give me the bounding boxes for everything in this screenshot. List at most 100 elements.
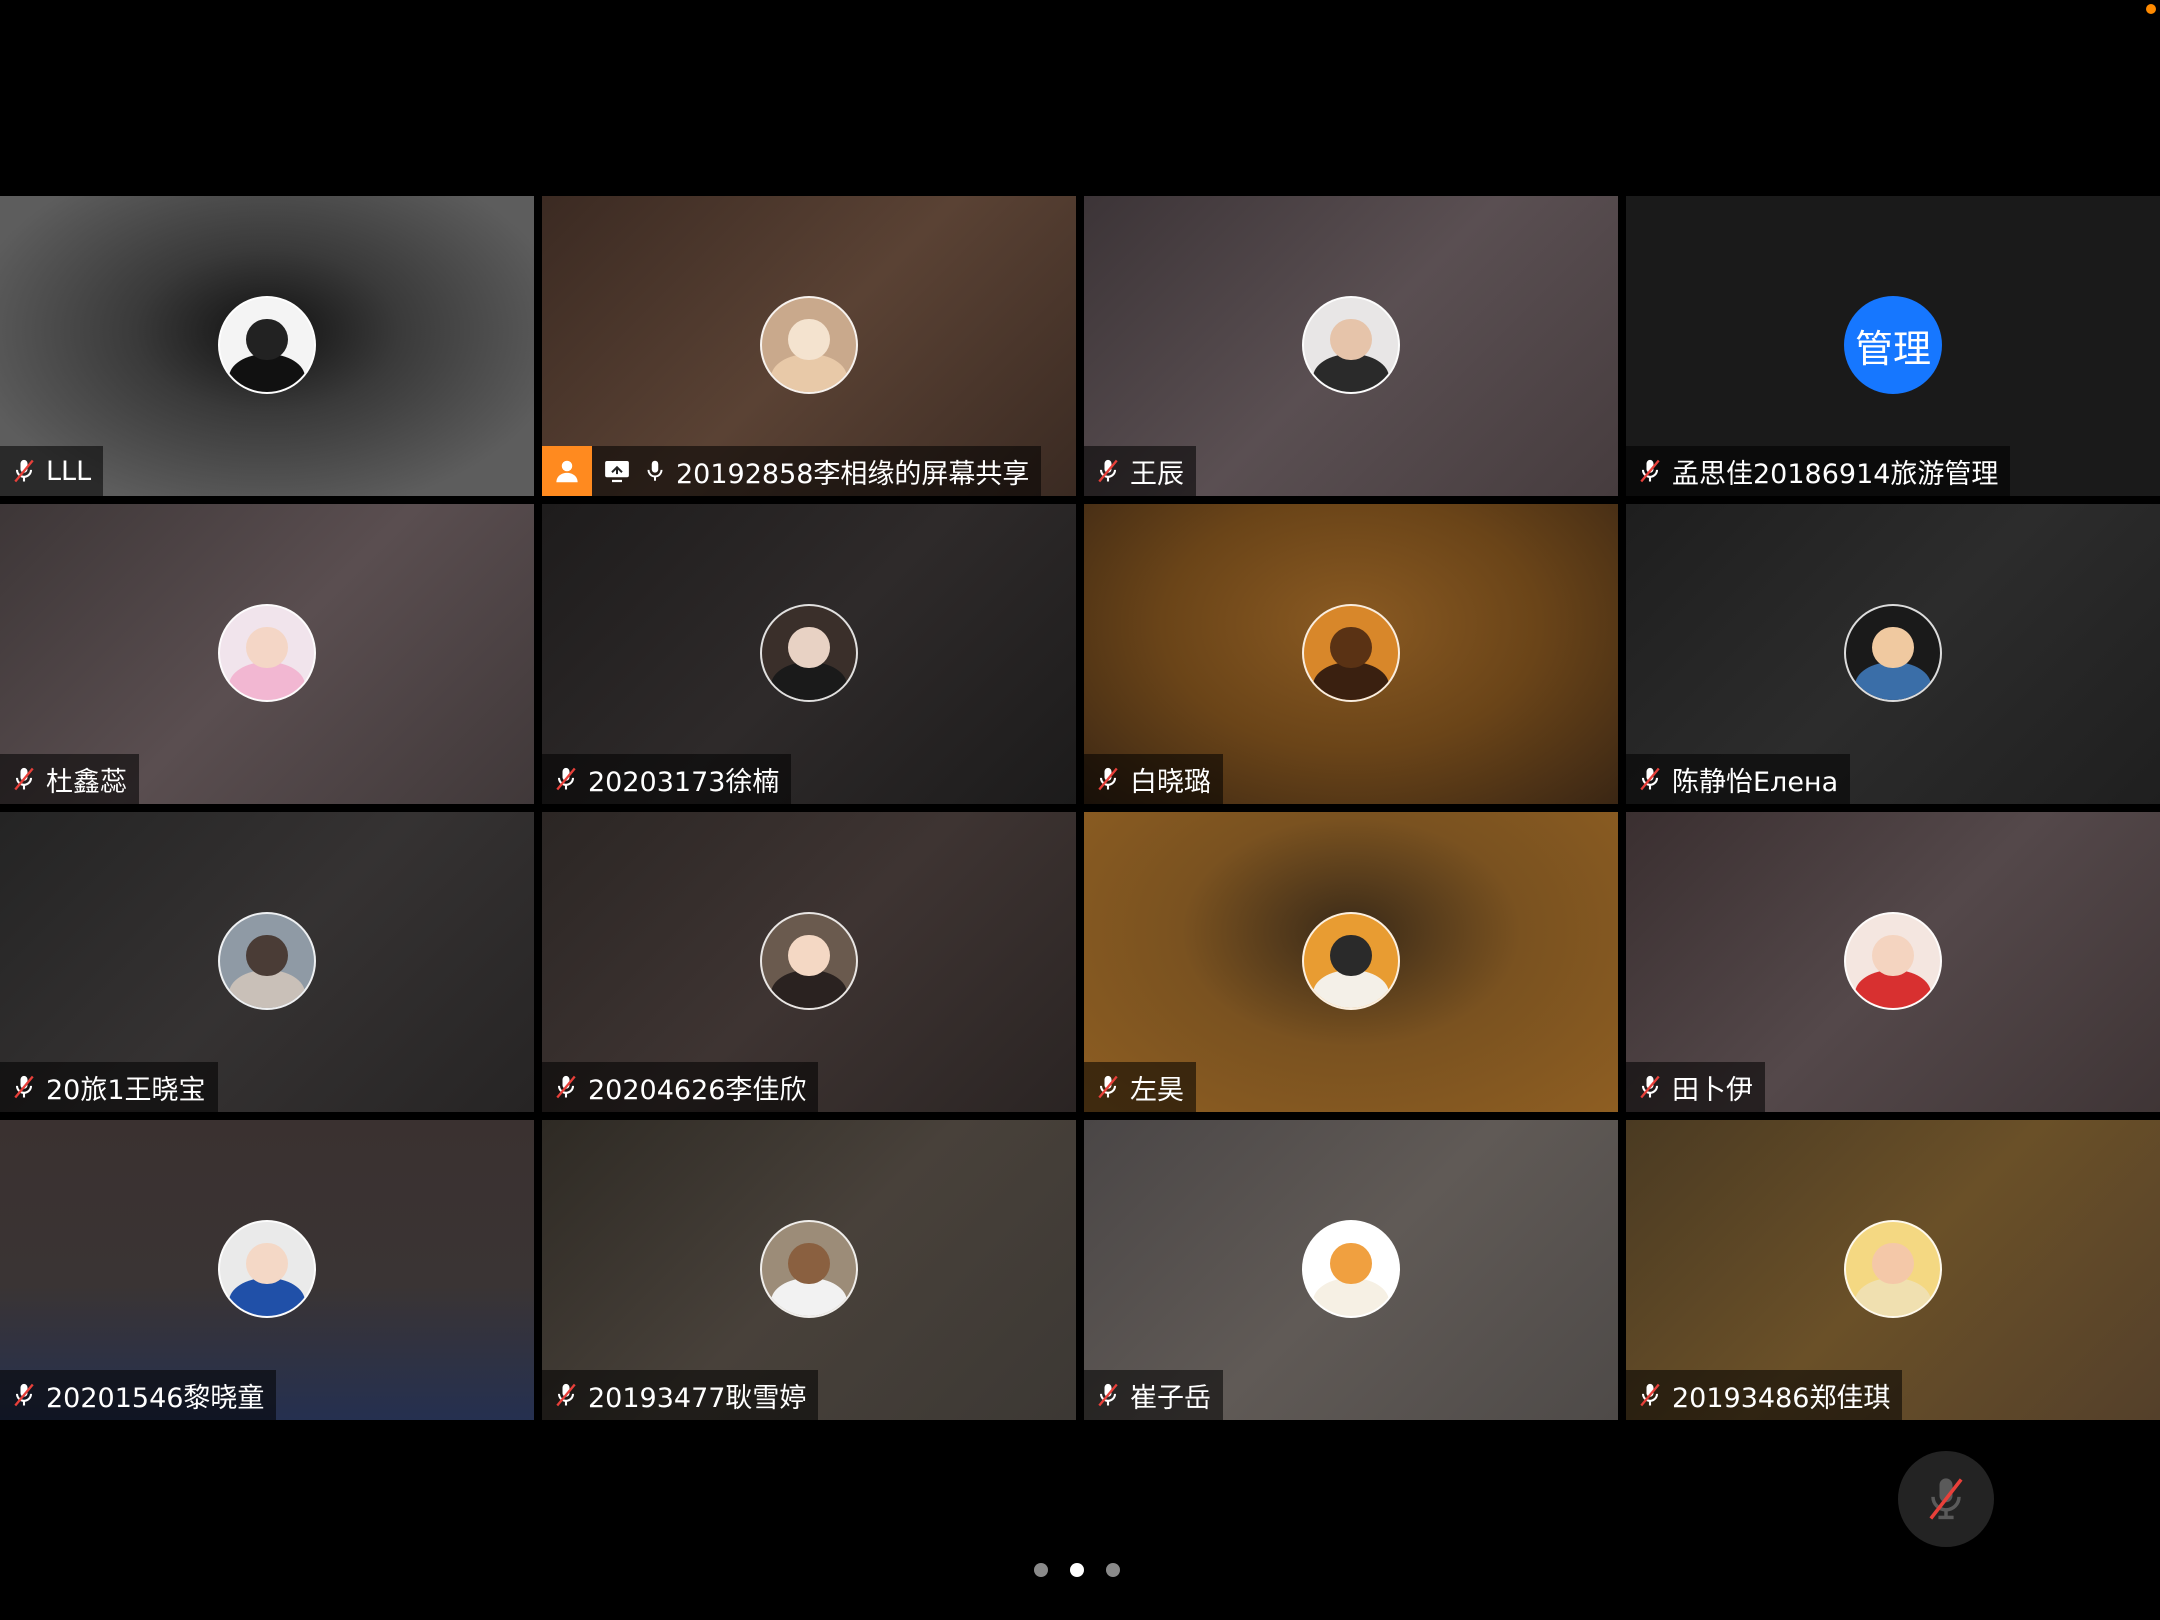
participant-tile[interactable]: 管理孟思佳20186914旅游管理 — [1626, 196, 2160, 496]
participant-name: 20203173徐楠 — [588, 766, 780, 798]
avatar-face — [1330, 934, 1372, 977]
avatar — [760, 912, 858, 1010]
participant-tile[interactable]: 王辰 — [1084, 196, 1618, 496]
mic-icon — [642, 456, 668, 486]
mic-muted-icon — [1636, 456, 1664, 486]
screen-share-icon — [602, 456, 632, 486]
mic-muted-icon — [10, 1072, 38, 1102]
avatar-body — [1855, 970, 1931, 1008]
avatar — [1844, 1220, 1942, 1318]
name-bar: 20193486郑佳琪 — [1626, 1370, 1903, 1420]
participant-tile[interactable]: 20203173徐楠 — [542, 504, 1076, 804]
avatar-face — [246, 934, 288, 977]
avatar — [1302, 296, 1400, 394]
participant-tile[interactable]: 杜鑫蕊 — [0, 504, 534, 804]
avatar — [218, 912, 316, 1010]
participant-name: 孟思佳20186914旅游管理 — [1672, 458, 1999, 490]
avatar-body — [229, 970, 305, 1008]
participant-tile[interactable]: 陈静怡Елена — [1626, 504, 2160, 804]
name-bar: 左昊 — [1084, 1062, 1196, 1112]
participant-name: 崔子岳 — [1130, 1382, 1211, 1414]
person-icon — [542, 446, 592, 496]
mic-muted-icon — [1636, 764, 1664, 794]
avatar — [760, 604, 858, 702]
avatar-face — [1872, 934, 1914, 977]
avatar: 管理 — [1844, 296, 1942, 394]
avatar-body — [771, 354, 847, 392]
participant-name: 白晓璐 — [1130, 766, 1211, 798]
participant-tile[interactable]: 白晓璐 — [1084, 504, 1618, 804]
mic-muted-icon — [552, 1380, 580, 1410]
mic-muted-icon — [1094, 764, 1122, 794]
name-bar: 20旅1王晓宝 — [0, 1062, 218, 1112]
avatar — [1844, 912, 1942, 1010]
participant-tile[interactable]: 崔子岳 — [1084, 1120, 1618, 1420]
avatar-face — [1872, 626, 1914, 669]
avatar-body — [229, 662, 305, 700]
avatar-body — [229, 354, 305, 392]
avatar-body — [1313, 970, 1389, 1008]
participant-name: 20旅1王晓宝 — [46, 1074, 206, 1106]
name-bar: 20203173徐楠 — [542, 754, 792, 804]
name-bar: 杜鑫蕊 — [0, 754, 139, 804]
avatar — [1302, 912, 1400, 1010]
avatar-face — [1330, 626, 1372, 669]
participant-tile[interactable]: LLL — [0, 196, 534, 496]
mic-muted-icon — [10, 456, 38, 486]
avatar-body — [1313, 662, 1389, 700]
name-bar: LLL — [0, 446, 104, 496]
name-bar: 20192858李相缘的屏幕共享 — [542, 446, 1042, 496]
participant-tile[interactable]: 20201546黎晓童 — [0, 1120, 534, 1420]
participant-name: 20204626李佳欣 — [588, 1074, 807, 1106]
avatar-body — [1855, 662, 1931, 700]
participant-name: 王辰 — [1130, 458, 1184, 490]
name-bar: 陈静怡Елена — [1626, 754, 1851, 804]
avatar-face — [1330, 318, 1372, 361]
page-indicator[interactable] — [1034, 1563, 1120, 1577]
participant-tile[interactable]: 田卜伊 — [1626, 812, 2160, 1112]
participant-name: 20193477耿雪婷 — [588, 1382, 807, 1414]
page-dot[interactable] — [1106, 1563, 1120, 1577]
mic-muted-icon — [1094, 456, 1122, 486]
participant-name: 田卜伊 — [1672, 1074, 1753, 1106]
avatar-body — [771, 970, 847, 1008]
name-bar: 田卜伊 — [1626, 1062, 1765, 1112]
status-indicator — [2146, 4, 2156, 14]
avatar — [760, 1220, 858, 1318]
participant-tile[interactable]: 20旅1王晓宝 — [0, 812, 534, 1112]
video-grid: LLL 20192858李相缘的屏幕共享 王辰 管理孟思佳20186914旅游管理杜鑫… — [0, 196, 2160, 1422]
participant-tile[interactable]: 20192858李相缘的屏幕共享 — [542, 196, 1076, 496]
mute-button[interactable] — [1898, 1451, 1994, 1547]
name-bar: 20204626李佳欣 — [542, 1062, 819, 1112]
avatar-text: 管理 — [1854, 326, 1931, 371]
name-bar: 20201546黎晓童 — [0, 1370, 277, 1420]
participant-tile[interactable]: 左昊 — [1084, 812, 1618, 1112]
avatar — [1302, 604, 1400, 702]
name-bar: 白晓璐 — [1084, 754, 1223, 804]
avatar-face — [788, 318, 830, 361]
mic-muted-icon — [1094, 1072, 1122, 1102]
mic-muted-icon — [10, 1380, 38, 1410]
participant-tile[interactable]: 20204626李佳欣 — [542, 812, 1076, 1112]
avatar-body — [771, 662, 847, 700]
mic-muted-icon — [552, 764, 580, 794]
avatar-body — [1855, 1278, 1931, 1316]
mic-muted-icon — [10, 764, 38, 794]
page-dot[interactable] — [1034, 1563, 1048, 1577]
mic-muted-icon — [1636, 1072, 1664, 1102]
participant-name: 20193486郑佳琪 — [1672, 1382, 1891, 1414]
avatar — [218, 296, 316, 394]
page-dot[interactable] — [1070, 1563, 1084, 1577]
meeting-screen: LLL 20192858李相缘的屏幕共享 王辰 管理孟思佳20186914旅游管理杜鑫… — [0, 0, 2160, 1620]
participant-tile[interactable]: 20193477耿雪婷 — [542, 1120, 1076, 1420]
avatar-face — [788, 626, 830, 669]
name-bar: 王辰 — [1084, 446, 1196, 496]
avatar — [760, 296, 858, 394]
participant-tile[interactable]: 20193486郑佳琪 — [1626, 1120, 2160, 1420]
participant-name: 20201546黎晓童 — [46, 1382, 265, 1414]
avatar-body — [229, 1278, 305, 1316]
avatar — [218, 604, 316, 702]
avatar-body — [771, 1278, 847, 1316]
avatar-face — [1330, 1242, 1372, 1285]
avatar-body — [1313, 1278, 1389, 1316]
